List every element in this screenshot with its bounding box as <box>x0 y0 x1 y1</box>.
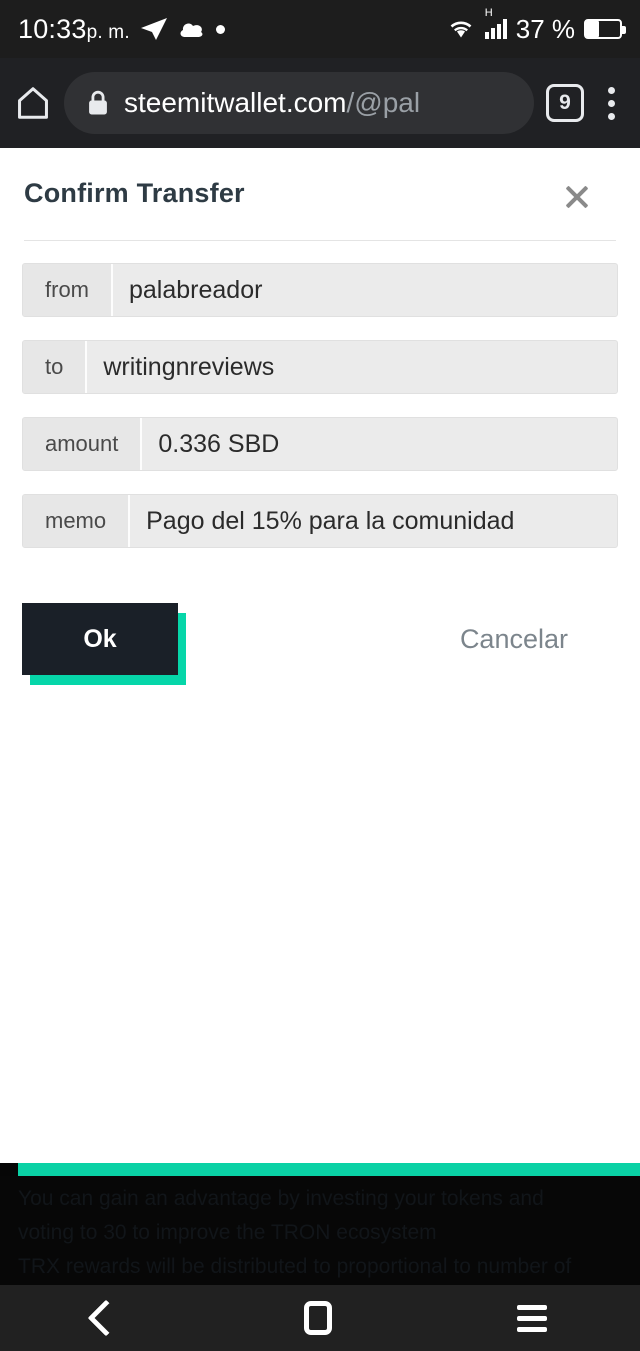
transfer-details: from palabreador to writingnreviews amou… <box>0 241 640 548</box>
clock-time: 10:33 <box>18 13 87 44</box>
row-label: to <box>23 341 88 393</box>
telegram-icon <box>140 18 167 40</box>
kebab-menu-icon[interactable] <box>596 84 626 122</box>
home-square-icon[interactable] <box>303 1301 332 1335</box>
transfer-row-memo: memo Pago del 15% para la comunidad <box>22 494 618 548</box>
battery-fill <box>586 21 599 37</box>
row-label: amount <box>23 418 143 470</box>
back-chevron-icon[interactable] <box>87 1299 125 1337</box>
browser-toolbar: steemitwallet.com/@pal 9 <box>0 58 640 148</box>
row-value: writingnreviews <box>103 352 275 381</box>
cloud-icon <box>180 23 203 37</box>
battery-icon <box>584 19 626 39</box>
url-host: steemitwallet.com <box>124 87 347 118</box>
home-icon[interactable] <box>14 84 52 122</box>
tab-count-button[interactable]: 9 <box>546 84 584 122</box>
page-content: Confirm Transfer from palabreador to wri… <box>0 148 640 1163</box>
status-bar: 10:33p. m. H 37 % <box>0 0 640 58</box>
close-icon[interactable] <box>560 180 594 214</box>
transfer-row-from: from palabreador <box>22 263 618 317</box>
row-label: memo <box>23 495 131 547</box>
ghost-line: TRX rewards will be distributed to propo… <box>18 1255 572 1278</box>
clock-ampm: p. m. <box>86 21 130 43</box>
status-bar-left: 10:33p. m. <box>18 14 225 45</box>
dialog-header: Confirm Transfer <box>0 148 640 214</box>
network-type-label: H <box>484 7 493 19</box>
phone-screen: 10:33p. m. H 37 % steemitwallet.com/@pal… <box>0 0 640 1351</box>
battery-percent-label: 37 % <box>515 13 575 44</box>
cancel-button[interactable]: Cancelar <box>460 624 568 655</box>
tab-count-label: 9 <box>559 91 571 114</box>
recents-menu-icon[interactable] <box>517 1304 548 1332</box>
status-bar-right: H 37 % <box>446 8 626 45</box>
status-clock: 10:33p. m. <box>18 14 130 45</box>
footer-accent-bar <box>0 1163 640 1176</box>
transfer-row-to: to writingnreviews <box>22 340 618 394</box>
address-bar[interactable]: steemitwallet.com/@pal <box>64 72 534 134</box>
signal-bars <box>484 19 507 39</box>
url-path: /@pal <box>346 87 421 118</box>
row-value: 0.336 SBD <box>158 429 280 458</box>
lock-icon <box>89 90 107 115</box>
dialog-actions: Ok Cancelar <box>0 571 640 685</box>
ghost-line: You can gain an advantage by investing y… <box>18 1187 544 1210</box>
page-title: Confirm Transfer <box>24 178 245 208</box>
dot-icon <box>215 24 225 34</box>
row-value: Pago del 15% para la comunidad <box>146 506 515 535</box>
android-nav-bar <box>0 1285 640 1351</box>
url-text: steemitwallet.com/@pal <box>124 87 420 119</box>
row-label: from <box>23 264 113 316</box>
footer-ghost-content: You can gain an advantage by investing y… <box>0 1176 640 1285</box>
row-value: palabreador <box>129 275 263 304</box>
ok-button-wrapper: Ok <box>22 603 186 685</box>
wifi-icon <box>450 21 472 38</box>
ghost-line: voting to 30 to improve the TRON ecosyst… <box>18 1221 437 1244</box>
signal-icon: H <box>484 8 507 39</box>
ok-button[interactable]: Ok <box>22 603 178 675</box>
transfer-row-amount: amount 0.336 SBD <box>22 417 618 471</box>
